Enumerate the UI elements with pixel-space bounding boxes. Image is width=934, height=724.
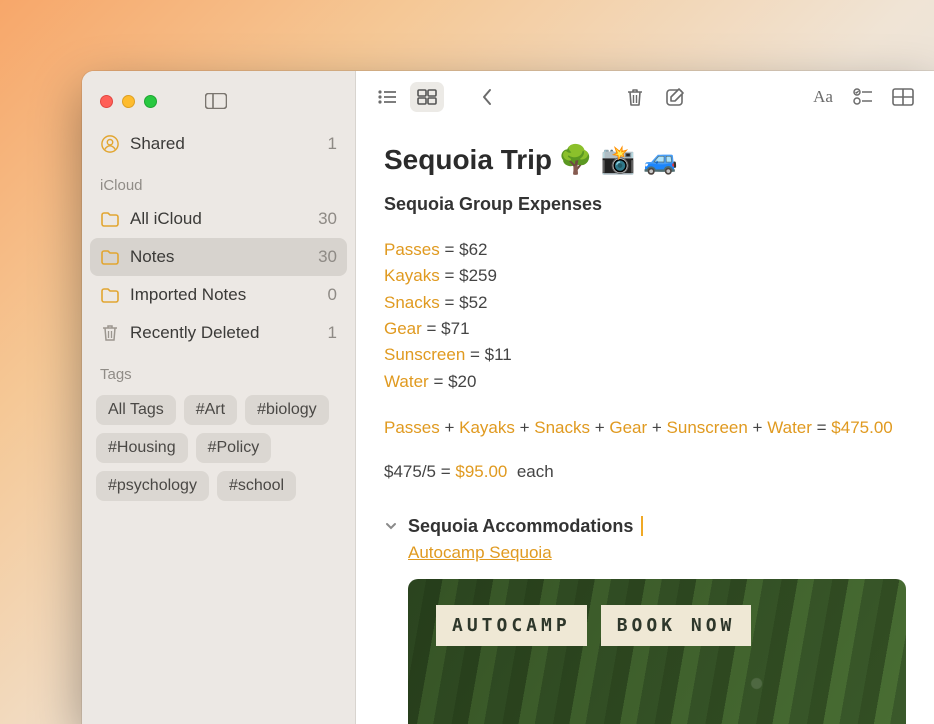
minimize-window-button[interactable]: [122, 95, 135, 108]
sidebar-item-recently-deleted[interactable]: Recently Deleted 1: [90, 314, 347, 352]
toolbar: Aa: [356, 71, 934, 123]
attachment-preview[interactable]: AUTOCAMP BOOK NOW: [408, 579, 906, 724]
note-subheading: Sequoia Group Expenses: [384, 194, 906, 215]
tags-container: All Tags #Art #biology #Housing #Policy #psyc…: [82, 389, 355, 507]
expense-row: Water = $20: [384, 369, 906, 395]
sidebar-item-label: Imported Notes: [130, 285, 246, 305]
title-emoji: 🌳 📸 🚙: [558, 143, 678, 176]
tag-policy[interactable]: #Policy: [196, 433, 272, 463]
traffic-lights: [100, 95, 157, 108]
toggle-sidebar-button[interactable]: [203, 91, 229, 111]
expense-list: Passes = $62Kayaks = $259Snacks = $52Gea…: [384, 237, 906, 395]
sidebar-item-shared[interactable]: Shared 1: [90, 125, 347, 163]
attachment-book-now[interactable]: BOOK NOW: [601, 605, 752, 646]
sidebar: Shared 1 iCloud All iCloud 30 Notes 30 Impor…: [82, 71, 356, 724]
main-pane: Aa Sequoia Trip 🌳 📸 🚙 Sequoia Group Expe…: [356, 71, 934, 724]
per-person-line: $475/5 = $95.00 each: [384, 459, 906, 485]
checklist-button[interactable]: [846, 82, 880, 112]
expense-row: Sunscreen = $11: [384, 342, 906, 368]
sidebar-section-tags[interactable]: Tags: [82, 352, 355, 389]
close-window-button[interactable]: [100, 95, 113, 108]
folder-icon: [100, 212, 120, 227]
sidebar-item-imported-notes[interactable]: Imported Notes 0: [90, 276, 347, 314]
fullscreen-window-button[interactable]: [144, 95, 157, 108]
sidebar-item-count: 30: [318, 247, 337, 267]
gallery-view-button[interactable]: [410, 82, 444, 112]
notes-window: Shared 1 iCloud All iCloud 30 Notes 30 Impor…: [82, 71, 934, 724]
delete-note-button[interactable]: [618, 82, 652, 112]
person-icon: [100, 135, 120, 153]
sidebar-item-count: 0: [328, 285, 337, 305]
tag-art[interactable]: #Art: [184, 395, 237, 425]
folder-icon: [100, 250, 120, 265]
tag-school[interactable]: #school: [217, 471, 296, 501]
sidebar-section-icloud[interactable]: iCloud: [82, 163, 355, 200]
tag-all-tags[interactable]: All Tags: [96, 395, 176, 425]
folder-icon: [100, 288, 120, 303]
sidebar-item-count: 1: [328, 323, 337, 343]
autocamp-link[interactable]: Autocamp Sequoia: [408, 543, 552, 563]
window-controls: [82, 81, 355, 125]
sidebar-item-all-icloud[interactable]: All iCloud 30: [90, 200, 347, 238]
text-cursor: [641, 516, 643, 536]
expense-row: Snacks = $52: [384, 290, 906, 316]
sidebar-item-notes[interactable]: Notes 30: [90, 238, 347, 276]
table-button[interactable]: [886, 82, 920, 112]
tag-psychology[interactable]: #psychology: [96, 471, 209, 501]
list-view-button[interactable]: [370, 82, 404, 112]
format-button[interactable]: Aa: [806, 82, 840, 112]
accommodations-heading[interactable]: Sequoia Accommodations: [384, 516, 906, 537]
sidebar-item-count: 30: [318, 209, 337, 229]
desktop-background: Shared 1 iCloud All iCloud 30 Notes 30 Impor…: [0, 0, 934, 724]
expense-sum: Passes + Kayaks + Snacks + Gear + Sunscr…: [384, 415, 906, 441]
sidebar-item-label: All iCloud: [130, 209, 202, 229]
sidebar-item-label: Notes: [130, 247, 174, 267]
expense-row: Kayaks = $259: [384, 263, 906, 289]
expense-row: Gear = $71: [384, 316, 906, 342]
chevron-down-icon: [384, 519, 402, 533]
back-button[interactable]: [470, 82, 504, 112]
note-title: Sequoia Trip 🌳 📸 🚙: [384, 143, 906, 176]
sidebar-item-label: Shared: [130, 134, 185, 154]
tag-housing[interactable]: #Housing: [96, 433, 188, 463]
trash-icon: [100, 324, 120, 342]
new-note-button[interactable]: [658, 82, 692, 112]
attachment-logo: AUTOCAMP: [436, 605, 587, 646]
tag-biology[interactable]: #biology: [245, 395, 329, 425]
sidebar-item-count: 1: [328, 134, 337, 154]
sidebar-item-label: Recently Deleted: [130, 323, 259, 343]
expense-row: Passes = $62: [384, 237, 906, 263]
note-content[interactable]: Sequoia Trip 🌳 📸 🚙 Sequoia Group Expense…: [356, 123, 934, 724]
